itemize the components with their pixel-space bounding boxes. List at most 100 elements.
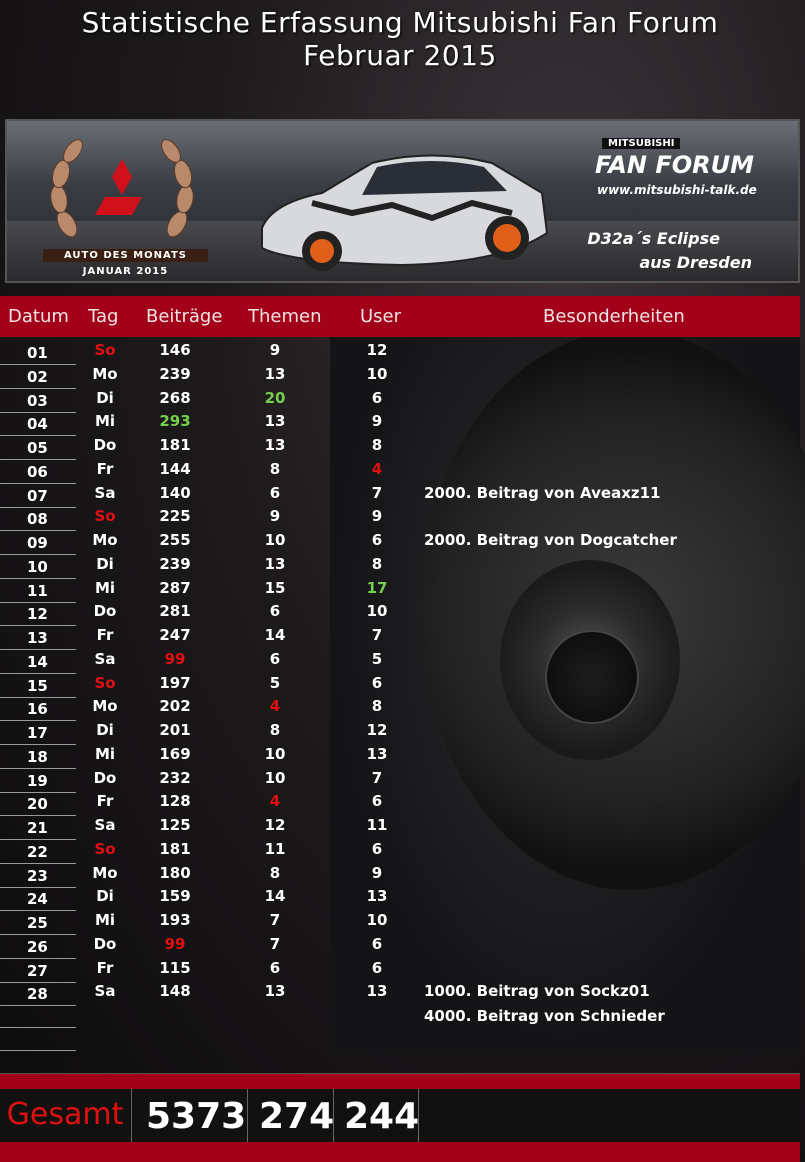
cell-user: 8 <box>371 554 383 573</box>
cell-themen: 7 <box>269 911 281 929</box>
total-user: 244 <box>344 1096 420 1137</box>
cell-tag: So <box>94 673 116 692</box>
cell-beitraege: 197 <box>159 673 191 692</box>
table-row: 13 Fr 247 14 7 <box>0 623 800 650</box>
cell-themen: 8 <box>269 721 281 739</box>
cell-besonderheiten: 2000. Beitrag von Aveaxz11 <box>424 483 661 502</box>
cell-themen: 5 <box>269 673 281 692</box>
cell-beitraege: 146 <box>159 341 191 359</box>
cell-tag: Sa <box>94 816 116 834</box>
cell-datum-text: 15 <box>27 676 48 695</box>
cell-datum-text: 05 <box>27 439 48 457</box>
cell-user: 10 <box>366 602 388 621</box>
cell-themen: 10 <box>264 744 286 763</box>
table-row: 23 Mo 180 8 9 <box>0 861 800 888</box>
cell-beitraege: 159 <box>159 887 191 906</box>
table-row: 16 Mo 202 4 8 <box>0 694 800 722</box>
cell-datum-text: 18 <box>27 747 48 766</box>
cell-tag: Do <box>93 602 117 621</box>
brand-url: www.mitsubishi-talk.de <box>597 183 757 197</box>
cell-tag: Di <box>96 554 114 573</box>
totals-bar-bottom <box>0 1142 800 1162</box>
cell-beitraege: 169 <box>159 744 191 763</box>
table-row: 20 Fr 128 4 6 <box>0 789 800 817</box>
cell-datum-text: 16 <box>27 700 48 719</box>
cell-datum-text: 08 <box>27 510 48 529</box>
cell-user: 12 <box>366 721 388 739</box>
table-row: 24 Di 159 14 13 <box>0 884 800 912</box>
cell-datum-text: 17 <box>27 724 48 742</box>
table-row: 10 Di 239 13 8 <box>0 552 800 579</box>
cell-themen: 12 <box>264 816 286 834</box>
table-row: 27 Fr 115 6 6 <box>0 956 800 983</box>
cell-tag: Mo <box>92 697 118 716</box>
cell-tag: Di <box>96 721 114 739</box>
cell-tag: Sa <box>94 649 116 668</box>
cell-user: 9 <box>371 507 383 526</box>
cell-themen: 6 <box>269 649 281 668</box>
laurel-wreath-icon <box>50 139 194 238</box>
cell-themen: 8 <box>269 459 281 478</box>
cell-beitraege: 239 <box>159 364 191 383</box>
cell-datum-text: 14 <box>27 652 48 671</box>
cell-user: 6 <box>371 792 383 811</box>
cell-beitraege: 239 <box>159 554 191 573</box>
award-title: AUTO DES MONATS <box>43 249 208 262</box>
cell-beitraege: 193 <box>159 911 191 929</box>
cell-datum: 28 <box>0 982 76 1007</box>
cell-tag: Do <box>93 934 117 953</box>
cell-themen: 4 <box>269 697 281 716</box>
table-row: 25 Mi 193 7 10 <box>0 908 800 935</box>
cell-datum-text: 22 <box>27 842 48 861</box>
table-row: 01 So 146 9 12 <box>0 338 800 365</box>
cell-themen: 13 <box>264 982 286 1001</box>
cell-beitraege: 202 <box>159 697 191 716</box>
cell-tag: Fr <box>96 626 114 644</box>
cell-user: 6 <box>371 531 383 549</box>
car-origin: aus Dresden <box>639 253 752 272</box>
cell-beitraege: 287 <box>159 578 191 597</box>
cell-beitraege: 268 <box>159 388 191 407</box>
totals-row: Gesamt 5373 274 244 <box>0 1089 800 1142</box>
cell-user: 6 <box>371 388 383 407</box>
cell-tag: Fr <box>96 958 114 977</box>
cell-tag: Fr <box>96 792 114 811</box>
cell-user: 7 <box>371 483 383 502</box>
cell-user: 8 <box>371 436 383 454</box>
cell-themen: 13 <box>264 436 286 454</box>
totals-bar-top <box>0 1073 800 1090</box>
cell-tag: Do <box>93 436 117 454</box>
table-row: 11 Mi 287 15 17 <box>0 576 800 603</box>
table-row: 03 Di 268 20 6 <box>0 386 800 413</box>
cell-user: 13 <box>366 982 388 1001</box>
title-line1: Statistische Erfassung Mitsubishi Fan Fo… <box>81 6 719 39</box>
brand-logo-text: FAN FORUM <box>595 151 754 179</box>
cell-datum-text: 21 <box>27 819 48 837</box>
cell-themen: 11 <box>264 839 286 858</box>
col-beitraege: Beiträge <box>146 306 223 327</box>
cell-tag: Sa <box>94 982 116 1001</box>
cell-beitraege: 128 <box>159 792 191 811</box>
cell-tag: Mo <box>92 863 118 882</box>
cell-themen: 13 <box>264 554 286 573</box>
cell-beitraege: 293 <box>159 412 191 431</box>
cell-datum-text: 12 <box>27 605 48 624</box>
cell-tag: So <box>94 507 116 526</box>
table-row: 28 Sa 148 13 13 1000. Beitrag von Sockz01 <box>0 979 800 1007</box>
cell-datum-text: 28 <box>27 985 48 1004</box>
cell-user: 9 <box>371 412 383 431</box>
totals-label: Gesamt <box>6 1097 124 1132</box>
table-row: 05 Do 181 13 8 <box>0 433 800 460</box>
cell-themen: 4 <box>269 792 281 811</box>
total-beitraege: 5373 <box>146 1096 247 1137</box>
cell-beitraege: 148 <box>159 982 191 1001</box>
cell-beitraege: 247 <box>159 626 191 644</box>
cell-besonderheiten: 2000. Beitrag von Dogcatcher <box>424 531 677 549</box>
cell-datum-text: 20 <box>27 795 48 814</box>
car-name: D32a´s Eclipse <box>587 229 720 248</box>
cell-datum-text: 13 <box>27 629 48 647</box>
cell-themen: 10 <box>264 531 286 549</box>
cell-datum-text: 19 <box>27 771 48 790</box>
cell-tag: Sa <box>94 483 116 502</box>
cell-tag: Mi <box>94 412 116 431</box>
